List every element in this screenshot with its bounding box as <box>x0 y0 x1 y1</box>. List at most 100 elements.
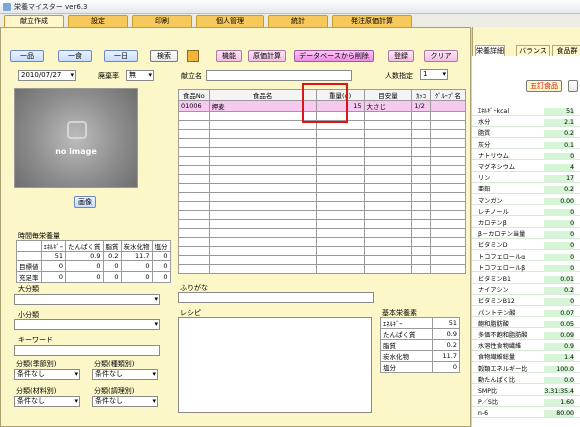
food-table-cell[interactable] <box>208 147 317 157</box>
food-table-cell[interactable] <box>178 129 210 139</box>
food-table-cell[interactable] <box>429 156 467 166</box>
food-table-cell[interactable] <box>429 120 467 130</box>
function-button[interactable]: 機能 <box>216 50 242 62</box>
delete-from-db-button[interactable]: データベースから削除 <box>294 50 374 62</box>
food-table-cell[interactable] <box>429 165 467 175</box>
food-table-cell[interactable] <box>429 111 467 121</box>
food-table-cell[interactable] <box>315 138 365 148</box>
food-table-cell[interactable] <box>363 111 413 121</box>
food-table-cell[interactable] <box>178 255 210 265</box>
food-table-cell[interactable] <box>208 228 317 238</box>
food-table-cell[interactable] <box>411 264 431 274</box>
food-table-cell[interactable] <box>315 219 365 229</box>
food-table-cell[interactable]: 押麦 <box>208 100 317 112</box>
food-table-cell[interactable] <box>429 228 467 238</box>
food-table-cell[interactable] <box>411 165 431 175</box>
food-table-row[interactable] <box>178 174 467 184</box>
food-table-cell[interactable] <box>363 156 413 166</box>
food-table-row[interactable] <box>178 129 467 139</box>
food-table-cell[interactable] <box>363 192 413 202</box>
food-table-cell[interactable] <box>411 111 431 121</box>
food-table-cell[interactable] <box>411 138 431 148</box>
food-table-cell[interactable] <box>208 255 317 265</box>
date-select[interactable]: 2010/07/27 <box>18 70 76 81</box>
food-table-cell[interactable] <box>178 138 210 148</box>
food-table-row[interactable] <box>178 192 467 202</box>
tab-stats[interactable]: 統計 <box>268 15 328 27</box>
food-table-cell[interactable] <box>178 183 210 193</box>
search-button[interactable]: 検索 <box>150 50 178 62</box>
food-table-cell[interactable] <box>429 100 467 112</box>
recipe-textarea[interactable] <box>178 317 372 413</box>
tab-balance[interactable]: バランス <box>516 45 550 56</box>
food-table-cell[interactable] <box>429 147 467 157</box>
food-table-cell[interactable] <box>178 246 210 256</box>
food-table-cell[interactable] <box>363 174 413 184</box>
food-table-row[interactable] <box>178 264 467 274</box>
food-table-cell[interactable] <box>411 210 431 220</box>
food-table-cell[interactable] <box>429 174 467 184</box>
food-table-cell[interactable] <box>429 246 467 256</box>
one-meal-button[interactable]: 一食 <box>58 50 92 62</box>
menu-name-input[interactable] <box>206 70 352 81</box>
cost-calc-button[interactable]: 原価計算 <box>248 50 286 62</box>
food-table-row[interactable] <box>178 228 467 238</box>
food-table-cell[interactable] <box>411 147 431 157</box>
food-table-cell[interactable] <box>315 237 365 247</box>
food-table-cell[interactable] <box>411 183 431 193</box>
furigana-input[interactable] <box>178 292 374 303</box>
food-table-cell[interactable]: 大さじ <box>363 100 413 112</box>
food-table-cell[interactable] <box>411 228 431 238</box>
food-table-cell[interactable] <box>208 264 317 274</box>
food-table-cell[interactable] <box>315 156 365 166</box>
food-table-row[interactable] <box>178 246 467 256</box>
one-day-button[interactable]: 一日 <box>104 50 138 62</box>
food-table-row[interactable] <box>178 201 467 211</box>
food-table-cell[interactable] <box>363 228 413 238</box>
food-table-cell[interactable] <box>315 210 365 220</box>
food-table-cell[interactable] <box>208 201 317 211</box>
clear-button[interactable]: クリア <box>424 50 458 62</box>
one-item-button[interactable]: 一品 <box>10 50 44 62</box>
food-table-cell[interactable] <box>363 255 413 265</box>
food-table-row[interactable] <box>178 156 467 166</box>
food-table-cell[interactable]: 01006 <box>178 100 210 112</box>
food-table-row[interactable] <box>178 138 467 148</box>
food-table-cell[interactable] <box>315 246 365 256</box>
food-table-row[interactable] <box>178 165 467 175</box>
food-table-cell[interactable] <box>363 246 413 256</box>
tab-nutrition-detail[interactable]: 栄養詳細 <box>475 45 505 56</box>
food-table-cell[interactable] <box>429 237 467 247</box>
food-table-cell[interactable] <box>429 201 467 211</box>
food-table-row[interactable] <box>178 183 467 193</box>
tab-settings[interactable]: 設定 <box>68 15 128 27</box>
calendar-icon[interactable] <box>187 50 199 62</box>
food-table-cell[interactable] <box>363 138 413 148</box>
food-table-cell[interactable] <box>208 192 317 202</box>
food-table-cell[interactable] <box>208 120 317 130</box>
image-button[interactable]: 画像 <box>74 196 96 208</box>
food-table-cell[interactable] <box>178 147 210 157</box>
tab-food-groups[interactable]: 食品群 <box>552 45 580 56</box>
food-table-cell[interactable] <box>208 138 317 148</box>
food-table-cell[interactable] <box>363 120 413 130</box>
food-table-cell[interactable] <box>429 210 467 220</box>
food-table-cell[interactable] <box>178 219 210 229</box>
tab-personal[interactable]: 個人管理 <box>196 15 264 27</box>
food-table-cell[interactable] <box>315 174 365 184</box>
waste-rate-select[interactable]: 無 <box>126 70 154 81</box>
food-table-cell[interactable] <box>429 219 467 229</box>
side-button[interactable] <box>568 80 578 92</box>
food-table-row[interactable] <box>178 210 467 220</box>
food-table-cell[interactable] <box>363 210 413 220</box>
food-table-cell[interactable] <box>315 165 365 175</box>
food-table-cell[interactable] <box>208 111 317 121</box>
food-table-cell[interactable] <box>411 255 431 265</box>
food-table-cell[interactable] <box>208 129 317 139</box>
food-table-cell[interactable] <box>208 156 317 166</box>
food-table-cell[interactable] <box>429 129 467 139</box>
food-table-row[interactable] <box>178 147 467 157</box>
food-table-cell[interactable] <box>315 255 365 265</box>
food-table-cell[interactable] <box>363 264 413 274</box>
food-table-cell[interactable] <box>208 174 317 184</box>
